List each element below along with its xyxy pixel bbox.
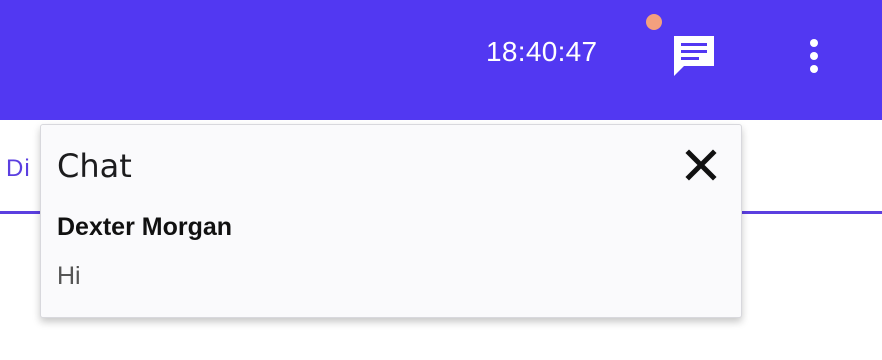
- chat-panel: Chat Dexter Morgan Hi: [40, 124, 742, 318]
- message-text: Hi: [57, 262, 81, 290]
- close-chat-button[interactable]: [681, 145, 721, 185]
- close-icon: [685, 149, 717, 181]
- clock: 18:40:47: [486, 36, 598, 67]
- tab-partial[interactable]: Di: [6, 155, 31, 183]
- more-vert-icon: [810, 39, 818, 73]
- top-app-bar: 18:40:47: [0, 0, 882, 120]
- chat-button[interactable]: [668, 30, 720, 82]
- message-sender: Dexter Morgan: [57, 213, 233, 241]
- notification-dot: [646, 14, 662, 30]
- more-options-button[interactable]: [798, 36, 830, 76]
- chat-title: Chat: [57, 147, 132, 185]
- chat-bubble-icon: [674, 36, 714, 76]
